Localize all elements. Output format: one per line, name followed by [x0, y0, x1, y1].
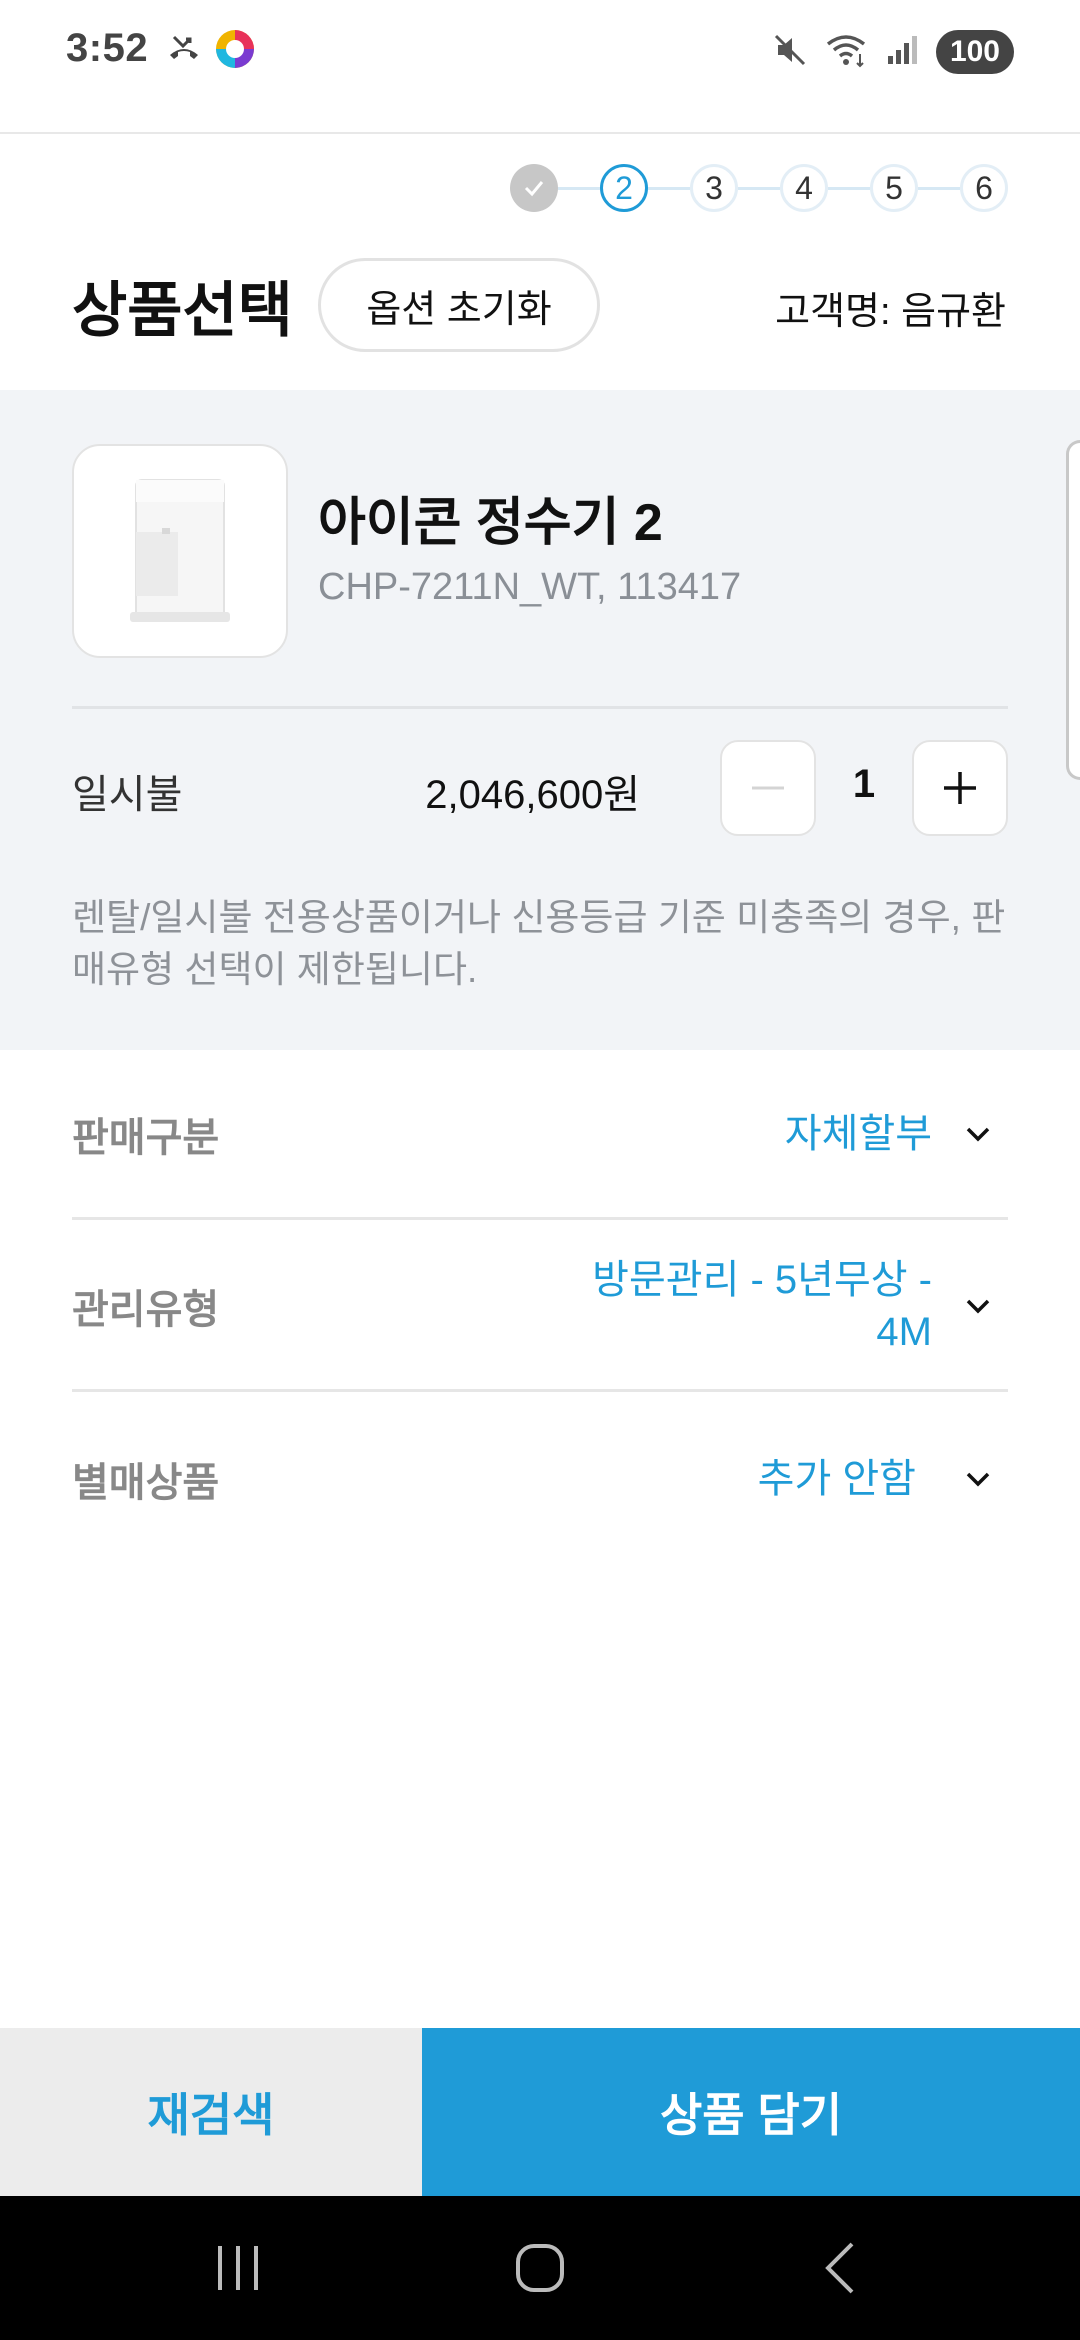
- wifi-icon: [824, 32, 868, 73]
- plus-icon: [944, 772, 976, 804]
- system-nav-bar: [0, 2196, 1080, 2340]
- research-button[interactable]: 재검색: [0, 2028, 422, 2196]
- quantity-decrease-button[interactable]: [720, 740, 816, 836]
- product-image: [72, 444, 288, 658]
- back-button[interactable]: [752, 2196, 932, 2340]
- restriction-notice: 렌탈/일시불 전용상품이거나 신용등급 기준 미충족의 경우, 판매유형 선택이…: [72, 897, 1006, 990]
- option-value[interactable]: 자체할부: [785, 1108, 932, 1160]
- home-icon: [516, 2244, 564, 2292]
- product-name: 아이콘 정수기 2: [318, 494, 663, 552]
- app-notification-icon: [214, 28, 256, 75]
- option-row-extra-product[interactable]: 별매상품 추가 안함: [72, 1394, 1008, 1564]
- reset-options-button[interactable]: 옵션 초기화: [318, 258, 600, 352]
- product-code: CHP-7211N_WT, 113417: [318, 566, 742, 608]
- progress-stepper: 2 3 4 5 6: [510, 164, 1008, 212]
- recent-apps-icon: [218, 2246, 258, 2290]
- quantity-increase-button[interactable]: [912, 740, 1008, 836]
- header-divider: [0, 132, 1080, 134]
- check-icon: [524, 181, 544, 197]
- status-bar: 3:52 100: [0, 0, 1080, 104]
- option-label: 판매구분: [72, 1115, 220, 1160]
- option-value[interactable]: 추가 안함: [758, 1453, 916, 1505]
- step-connector: [828, 186, 870, 190]
- step-connector: [558, 186, 600, 190]
- status-time: 3:52: [66, 26, 149, 70]
- back-icon: [825, 2242, 854, 2294]
- option-value-line: 방문관리 - 5년무상 -: [592, 1257, 932, 1302]
- home-button[interactable]: [450, 2196, 630, 2340]
- customer-name: 고객명: 음규환: [775, 291, 1006, 333]
- option-row-sale-type[interactable]: 판매구분 자체할부: [72, 1050, 1008, 1220]
- chevron-down-icon[interactable]: [960, 1461, 996, 1497]
- option-label: 별매상품: [72, 1461, 220, 1505]
- battery-indicator: 100: [935, 30, 1014, 74]
- chevron-down-icon[interactable]: [960, 1288, 996, 1324]
- step-connector: [738, 186, 780, 190]
- quantity-value: 1: [852, 762, 876, 806]
- side-drawer-handle[interactable]: [1066, 440, 1080, 780]
- step-6: 6: [960, 164, 1008, 212]
- signal-icon: [884, 32, 920, 73]
- option-label: 관리유형: [72, 1287, 220, 1332]
- recent-apps-button[interactable]: [148, 2196, 328, 2340]
- option-value[interactable]: 방문관리 - 5년무상 - 4M: [592, 1254, 932, 1358]
- option-value-line: 4M: [876, 1309, 932, 1354]
- step-3: 3: [690, 164, 738, 212]
- panel-divider: [72, 706, 1008, 709]
- step-4: 4: [780, 164, 828, 212]
- add-to-cart-button[interactable]: 상품 담기: [422, 2028, 1080, 2196]
- product-price: 2,046,600원: [425, 773, 640, 817]
- mute-icon: [772, 32, 808, 73]
- chevron-down-icon[interactable]: [960, 1116, 996, 1152]
- step-2-current: 2: [600, 164, 648, 212]
- water-purifier-icon: [130, 479, 230, 622]
- payment-type-label: 일시불: [72, 773, 183, 817]
- step-connector: [648, 186, 690, 190]
- step-5: 5: [870, 164, 918, 212]
- option-row-management-type[interactable]: 관리유형 방문관리 - 5년무상 - 4M: [72, 1222, 1008, 1392]
- minus-icon: [752, 786, 784, 790]
- step-connector: [918, 186, 960, 190]
- missed-call-icon: [164, 29, 204, 74]
- status-left-icons: [164, 26, 256, 76]
- status-right-icons: 100: [772, 28, 1014, 76]
- page-title: 상품선택: [72, 277, 293, 344]
- step-1-complete: [510, 164, 558, 212]
